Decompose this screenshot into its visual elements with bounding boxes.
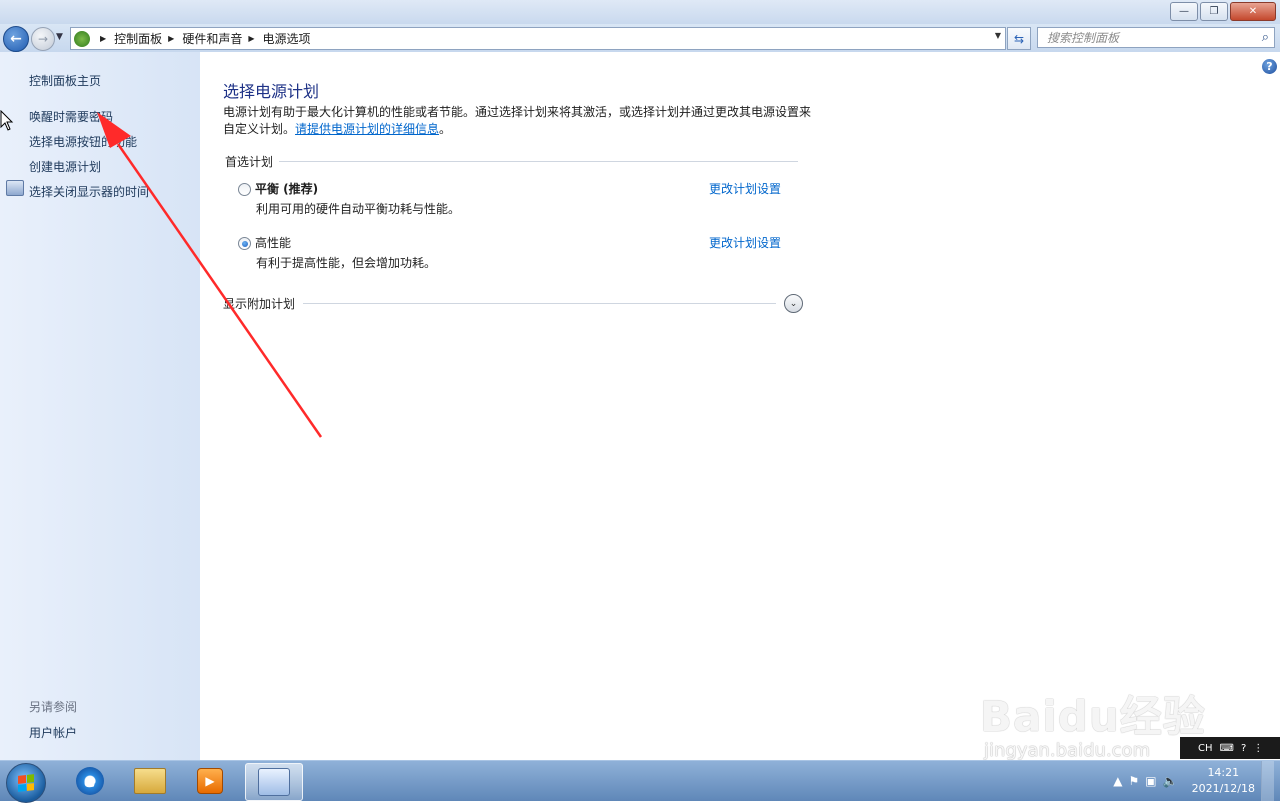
section-divider (279, 161, 798, 162)
sidebar-item-create-plan[interactable]: 创建电源计划 (29, 158, 101, 175)
media-player-icon: ▶ (197, 768, 223, 794)
expand-chevron-icon[interactable]: ⌄ (784, 294, 803, 313)
network-icon[interactable]: ▣ (1145, 774, 1156, 788)
sidebar-item-power-button[interactable]: 选择电源按钮的功能 (29, 133, 137, 150)
window-titlebar: — ❐ ✕ (0, 0, 1280, 24)
sidebar-item-home[interactable]: 控制面板主页 (29, 72, 101, 89)
window-controls: — ❐ ✕ (1170, 2, 1276, 21)
change-plan-settings-link[interactable]: 更改计划设置 (709, 234, 781, 251)
breadcrumb-power-options[interactable]: 电源选项 (263, 30, 311, 47)
taskbar-media-player[interactable]: ▶ (182, 763, 238, 799)
clock-time: 14:21 (1207, 766, 1240, 779)
search-placeholder: 搜索控制面板 (1047, 31, 1120, 45)
watermark-text: Baidu经验 (980, 692, 1206, 741)
chevron-right-icon[interactable]: ▶ (168, 34, 174, 43)
taskbar-control-panel[interactable] (245, 763, 303, 801)
show-hidden-icons-icon[interactable]: ▲ (1113, 774, 1122, 788)
system-tray: ▲ ⚑ ▣ 🔈 14:21 2021/12/18 (1113, 761, 1280, 801)
display-clock-icon (6, 180, 24, 196)
back-button[interactable]: ← (3, 26, 29, 52)
restore-button[interactable]: ❐ (1200, 2, 1228, 21)
recent-pages-dropdown-icon[interactable]: ▼ (56, 32, 63, 42)
plan-details-link[interactable]: 请提供电源计划的详细信息 (295, 122, 439, 136)
plan-name[interactable]: 平衡 (推荐) (255, 180, 318, 197)
mouse-cursor-icon (0, 110, 14, 131)
plan-description: 有利于提高性能，但会增加功耗。 (256, 256, 437, 270)
preferred-plans-section: 首选计划 (225, 153, 798, 170)
additional-plans-label[interactable]: 显示附加计划 (223, 295, 295, 312)
watermark-url: jingyan.baidu.com (984, 740, 1151, 761)
section-heading: 首选计划 (225, 155, 274, 169)
search-input[interactable]: 搜索控制面板 ⌕ (1037, 27, 1275, 48)
change-plan-settings-link[interactable]: 更改计划设置 (709, 180, 781, 197)
start-button[interactable] (6, 763, 46, 803)
plan-radio-high-performance[interactable] (238, 237, 251, 250)
chevron-right-icon[interactable]: ▶ (248, 34, 254, 43)
baidu-watermark: Baidu经验 jingyan.baidu.com (980, 655, 1210, 765)
plan-description: 利用可用的硬件自动平衡功耗与性能。 (256, 202, 461, 216)
navigation-bar: ← → ▼ ▶ 控制面板 ▶ 硬件和声音 ▶ 电源选项 ▼ ⇆ 搜索控制面板 ⌕ (0, 24, 1280, 52)
options-icon[interactable]: ⋮ (1253, 743, 1263, 754)
intro-end: 。 (439, 122, 452, 136)
plan-radio-balanced[interactable] (238, 183, 251, 196)
action-center-flag-icon[interactable]: ⚑ (1129, 774, 1140, 788)
page-title: 选择电源计划 (223, 82, 320, 101)
folder-icon (134, 768, 166, 794)
section-divider (303, 303, 776, 304)
sidebar: 控制面板主页 唤醒时需要密码 选择电源按钮的功能 创建电源计划 选择关闭显示器的… (0, 52, 200, 760)
close-button[interactable]: ✕ (1230, 2, 1276, 21)
help-icon[interactable]: ? (1262, 59, 1277, 74)
refresh-icon: ⇆ (1013, 31, 1025, 46)
minimize-button[interactable]: — (1170, 2, 1198, 21)
sidebar-item-wake-password[interactable]: 唤醒时需要密码 (29, 108, 113, 125)
sidebar-item-display-off-time[interactable]: 选择关闭显示器的时间 (29, 183, 149, 200)
plan-name[interactable]: 高性能 (255, 234, 291, 251)
internet-explorer-icon: e (76, 767, 104, 795)
language-indicator[interactable]: CH (1198, 743, 1213, 754)
clock-date: 2021/12/18 (1191, 782, 1255, 795)
forward-button[interactable]: → (31, 27, 55, 51)
breadcrumb-control-panel[interactable]: 控制面板 (114, 30, 162, 47)
volume-icon[interactable]: 🔈 (1163, 774, 1178, 788)
refresh-button[interactable]: ⇆ (1007, 27, 1031, 50)
show-additional-plans[interactable]: 显示附加计划 ⌄ (223, 294, 803, 313)
breadcrumb-hardware-sound[interactable]: 硬件和声音 (182, 30, 242, 47)
sidebar-item-user-accounts[interactable]: 用户帐户 (29, 724, 77, 741)
taskbar: e ▶ ▲ ⚑ ▣ 🔈 14:21 2021/12/18 (0, 760, 1280, 803)
main-content: ? 选择电源计划 电源计划有助于最大化计算机的性能或者节能。通过选择计划来将其激… (200, 52, 1280, 760)
show-desktop-button[interactable] (1261, 761, 1274, 801)
address-dropdown-icon[interactable]: ▼ (995, 31, 1001, 40)
breadcrumb: ▶ 控制面板 ▶ 硬件和声音 ▶ 电源选项 (94, 30, 311, 47)
taskbar-file-explorer[interactable] (122, 763, 178, 799)
taskbar-internet-explorer[interactable]: e (62, 763, 118, 799)
windows-logo-icon (18, 774, 34, 792)
control-panel-icon (74, 30, 90, 47)
address-bar[interactable]: ▶ 控制面板 ▶ 硬件和声音 ▶ 电源选项 ▼ (70, 27, 1006, 50)
search-icon[interactable]: ⌕ (1262, 30, 1269, 45)
intro-text: 电源计划有助于最大化计算机的性能或者节能。通过选择计划来将其激活，或选择计划并通… (223, 104, 813, 138)
keyboard-icon[interactable]: ⌨ (1220, 743, 1234, 754)
help-icon[interactable]: ? (1241, 743, 1246, 754)
see-also-heading: 另请参阅 (29, 700, 78, 714)
control-panel-icon (258, 768, 290, 796)
language-bar: CH ⌨ ? ⋮ (1180, 737, 1280, 759)
clock[interactable]: 14:21 2021/12/18 (1192, 765, 1255, 797)
chevron-right-icon[interactable]: ▶ (100, 34, 106, 43)
